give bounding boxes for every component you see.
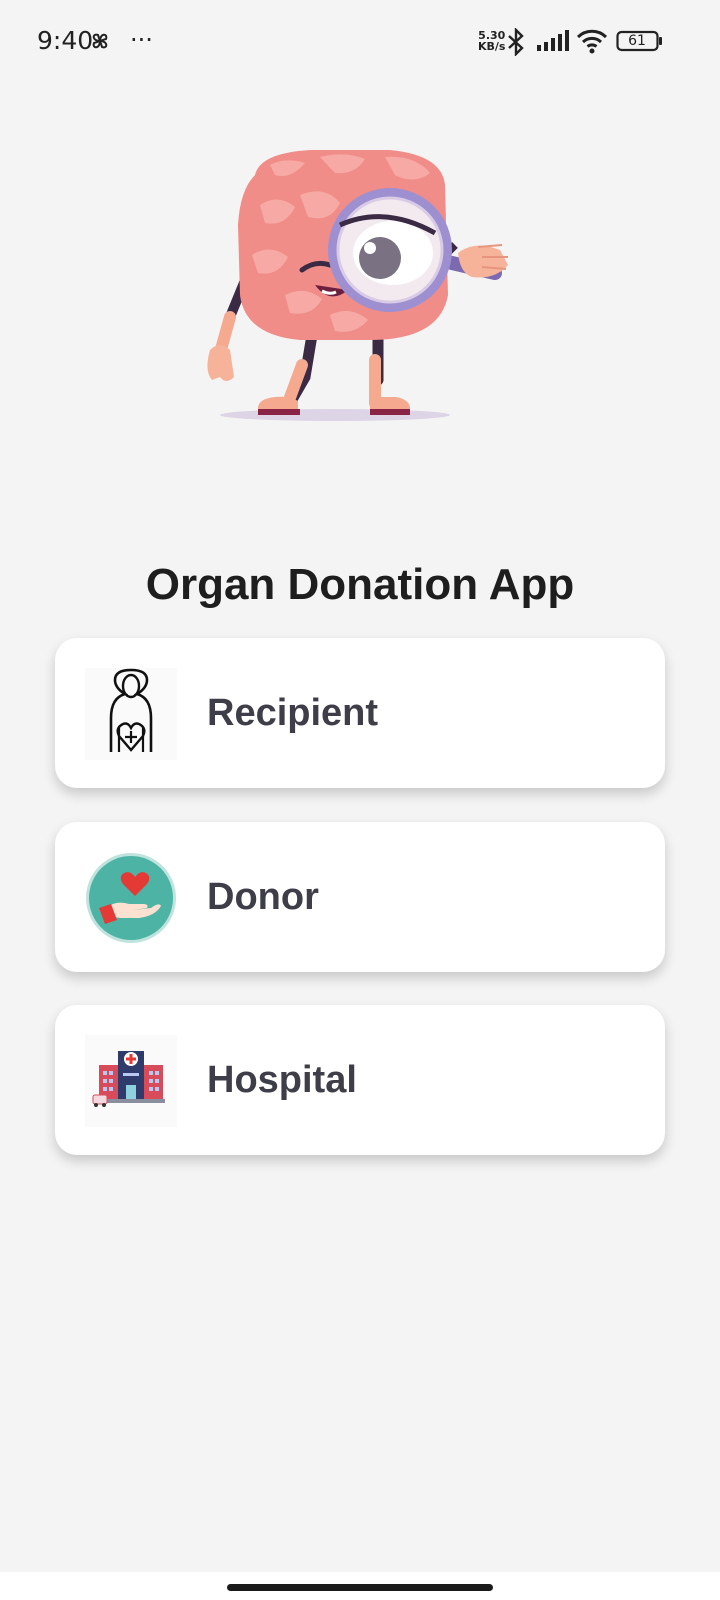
donor-icon	[86, 853, 176, 943]
recipient-icon	[85, 668, 177, 760]
status-bar: 9:40 ··· 5.30 KB/s 61	[0, 0, 720, 84]
donor-label: Donor	[207, 876, 319, 918]
hospital-label: Hospital	[207, 1059, 357, 1101]
recipient-option-card[interactable]: Recipient	[55, 638, 665, 788]
hospital-option-card[interactable]: Hospital	[55, 1005, 665, 1155]
bluetooth-icon	[508, 28, 524, 56]
signal-icon	[537, 30, 569, 51]
more-dots: ···	[130, 26, 153, 54]
status-time: 9:40	[37, 26, 94, 55]
battery-level: 61	[628, 33, 646, 49]
recipient-label: Recipient	[207, 692, 379, 734]
donor-option-card[interactable]: Donor	[55, 822, 665, 972]
home-indicator[interactable]	[227, 1584, 493, 1591]
hospital-icon	[85, 1035, 177, 1127]
wifi-icon	[576, 29, 608, 54]
network-speed-unit: KB/s	[478, 40, 506, 53]
fan-icon	[92, 33, 108, 49]
network-speed: 5.30 KB/s	[478, 30, 505, 52]
brain-mascot-illustration	[207, 150, 508, 421]
page-title: Organ Donation App	[145, 560, 575, 609]
